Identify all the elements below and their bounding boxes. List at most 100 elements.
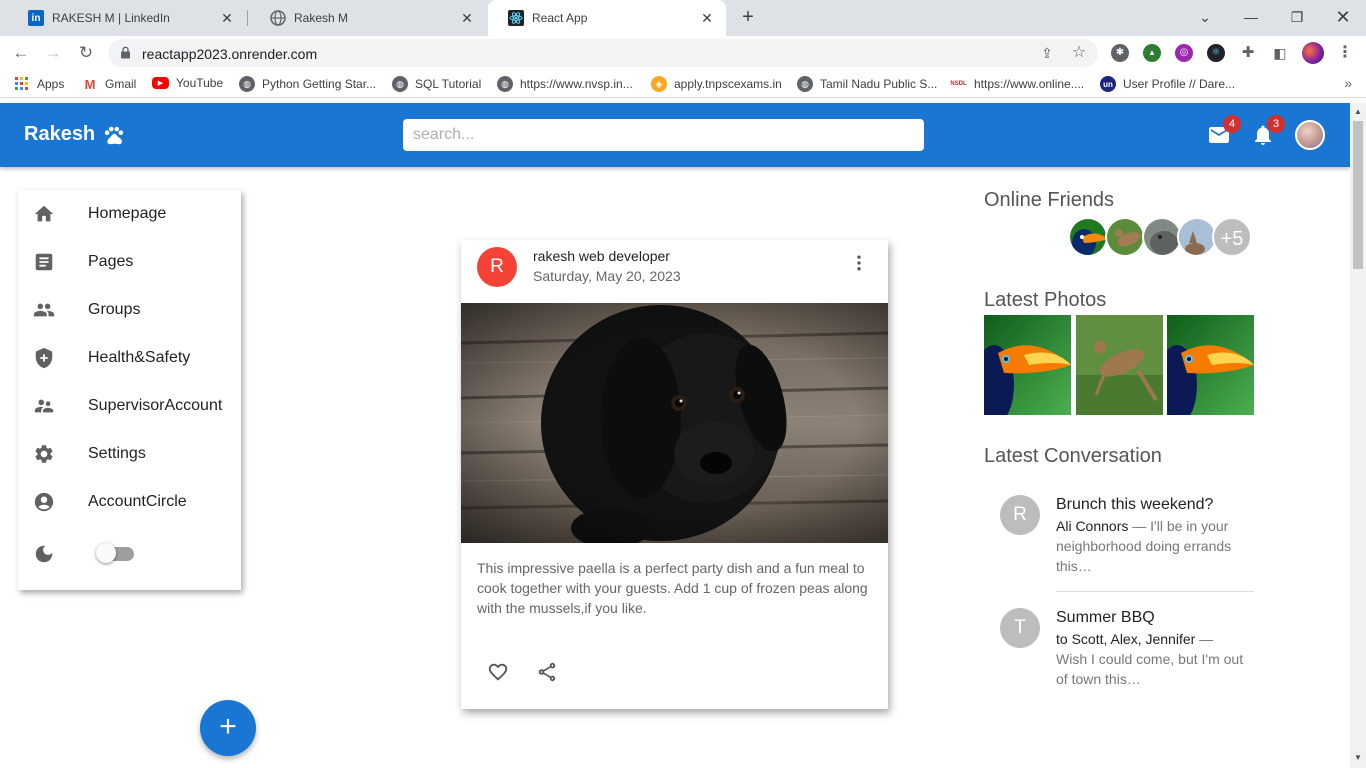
latest-photo[interactable]: [984, 315, 1071, 415]
brand-logo[interactable]: Rakesh: [24, 123, 125, 146]
page-scrollbar[interactable]: ▲ ▼: [1350, 103, 1366, 768]
sidebar-item-health-safety[interactable]: Health&Safety: [18, 338, 241, 378]
add-post-button[interactable]: +: [200, 700, 256, 756]
sidebar-item-label: Groups: [88, 301, 141, 318]
notifications-button[interactable]: 3: [1251, 115, 1285, 147]
purple-extension-icon[interactable]: ◎: [1175, 44, 1193, 62]
youtube-icon: ▶: [152, 77, 169, 89]
post-author: rakesh web developer: [533, 248, 670, 264]
close-window-button[interactable]: ✕: [1332, 6, 1354, 28]
paw-icon: [103, 124, 125, 146]
restore-button[interactable]: ❐: [1286, 6, 1308, 28]
tab-rakesh[interactable]: Rakesh M ✕: [250, 0, 486, 36]
scrollbar-thumb[interactable]: [1353, 121, 1363, 269]
bookmark-label: Gmail: [105, 77, 137, 91]
more-friends-badge[interactable]: +5: [1212, 217, 1252, 257]
sidebar-item-groups[interactable]: Groups: [18, 290, 241, 330]
conversation-title[interactable]: Brunch this weekend?: [1056, 496, 1213, 514]
react-icon: [508, 10, 524, 26]
globe-icon: [270, 10, 286, 26]
author-avatar: R: [477, 247, 517, 287]
heart-outline-icon: [488, 663, 508, 681]
brand-name: Rakesh: [24, 123, 96, 145]
friend-avatar[interactable]: [1068, 217, 1108, 257]
bookmark-youtube[interactable]: ▶ YouTube: [152, 76, 223, 90]
scroll-up-icon[interactable]: ▲: [1353, 107, 1363, 117]
scroll-down-icon[interactable]: ▼: [1353, 753, 1363, 763]
app-top-bar: Rakesh 4 3: [0, 103, 1350, 167]
conversation-preview: to Scott, Alex, Jennifer — Wish I could …: [1056, 629, 1246, 689]
sidebar-item-pages[interactable]: Pages: [18, 242, 241, 282]
bookmark-online[interactable]: NSDL https://www.online....: [950, 76, 1084, 92]
search-input[interactable]: [403, 119, 924, 151]
post-menu-button[interactable]: [849, 253, 869, 273]
latest-photo[interactable]: [1076, 315, 1163, 415]
home-icon: [33, 203, 55, 225]
bookmark-user-profile[interactable]: un User Profile // Dare...: [1100, 76, 1235, 92]
forward-button[interactable]: →: [42, 42, 64, 64]
side-panel-icon[interactable]: ◧: [1271, 44, 1289, 62]
sidebar-item-supervisor-account[interactable]: SupervisorAccount: [18, 386, 241, 426]
bookmark-gmail[interactable]: M Gmail: [82, 76, 137, 92]
more-bookmarks-icon[interactable]: »: [1344, 75, 1352, 91]
bookmark-apps[interactable]: Apps: [14, 76, 64, 92]
like-button[interactable]: [487, 661, 509, 683]
gear-icon: [33, 443, 55, 465]
conversation-title[interactable]: Summer BBQ: [1056, 609, 1155, 627]
shield-icon: [33, 347, 55, 369]
bookmark-tamilnadu[interactable]: ◍ Tamil Nadu Public S...: [797, 76, 937, 92]
dark-mode-switch[interactable]: [96, 543, 134, 563]
share-icon: [538, 662, 556, 682]
tab-title: Rakesh M: [294, 11, 349, 25]
friend-avatar[interactable]: [1177, 217, 1217, 257]
close-tab-icon[interactable]: ✕: [460, 11, 474, 25]
user-avatar[interactable]: [1295, 120, 1325, 150]
close-tab-icon[interactable]: ✕: [700, 11, 714, 25]
bookmark-label: SQL Tutorial: [415, 77, 482, 91]
tab-search-icon[interactable]: ⌄: [1194, 6, 1216, 28]
conversation-avatar: R: [1000, 495, 1040, 535]
sidebar-item-account-circle[interactable]: AccountCircle: [18, 482, 241, 522]
address-bar[interactable]: reactapp2023.onrender.com ⇪ ☆: [108, 39, 1098, 67]
sidebar-item-label: Health&Safety: [88, 349, 191, 366]
bookmark-label: apply.tnpscexams.in: [674, 77, 782, 91]
mail-button[interactable]: 4: [1207, 115, 1241, 147]
bookmark-tnpsc[interactable]: ◈ apply.tnpscexams.in: [651, 76, 782, 92]
react-devtools-icon[interactable]: ⚛: [1207, 44, 1225, 62]
tab-react-app[interactable]: React App ✕: [488, 0, 726, 36]
bug-extension-icon[interactable]: ✱: [1111, 44, 1129, 62]
tab-linkedin[interactable]: in RAKESH M | LinkedIn ✕: [8, 0, 246, 36]
post-text: This impressive paella is a perfect part…: [477, 560, 868, 616]
friend-avatar[interactable]: [1142, 217, 1182, 257]
share-button[interactable]: [536, 661, 558, 683]
reload-button[interactable]: ↻: [75, 42, 97, 64]
minimize-button[interactable]: —: [1240, 6, 1262, 28]
profile-avatar[interactable]: [1302, 42, 1324, 64]
sidebar-item-settings[interactable]: Settings: [18, 434, 241, 474]
latest-conversation-title: Latest Conversation: [984, 445, 1162, 467]
bookmark-python[interactable]: ◍ Python Getting Star...: [239, 76, 376, 92]
tree-extension-icon[interactable]: ▲: [1143, 44, 1161, 62]
post-card: R rakesh web developer Saturday, May 20,…: [461, 240, 888, 709]
sidebar-item-label: SupervisorAccount: [88, 397, 223, 414]
mail-badge: 4: [1223, 115, 1241, 133]
bookmark-star-icon[interactable]: ☆: [1070, 44, 1088, 62]
menu-kebab-icon[interactable]: ⋮: [1336, 44, 1354, 62]
post-date: Saturday, May 20, 2023: [533, 268, 681, 284]
globe-icon: ◍: [239, 76, 255, 92]
tn-emblem-icon: ◈: [651, 76, 667, 92]
bookmark-sql[interactable]: ◍ SQL Tutorial: [392, 76, 481, 92]
bookmark-label: Tamil Nadu Public S...: [820, 77, 938, 91]
article-icon: [33, 251, 55, 273]
bookmark-nvsp[interactable]: ◍ https://www.nvsp.in...: [497, 76, 633, 92]
close-tab-icon[interactable]: ✕: [220, 11, 234, 25]
friend-avatar[interactable]: [1105, 217, 1145, 257]
back-button[interactable]: ←: [10, 42, 32, 64]
sidebar-item-label: AccountCircle: [88, 493, 187, 510]
extensions-puzzle-icon[interactable]: ✚: [1239, 44, 1257, 62]
sidebar-item-label: Settings: [88, 445, 146, 462]
latest-photo[interactable]: [1167, 315, 1254, 415]
sidebar-item-homepage[interactable]: Homepage: [18, 194, 241, 234]
share-icon[interactable]: ⇪: [1038, 44, 1056, 62]
new-tab-button[interactable]: +: [737, 6, 759, 28]
